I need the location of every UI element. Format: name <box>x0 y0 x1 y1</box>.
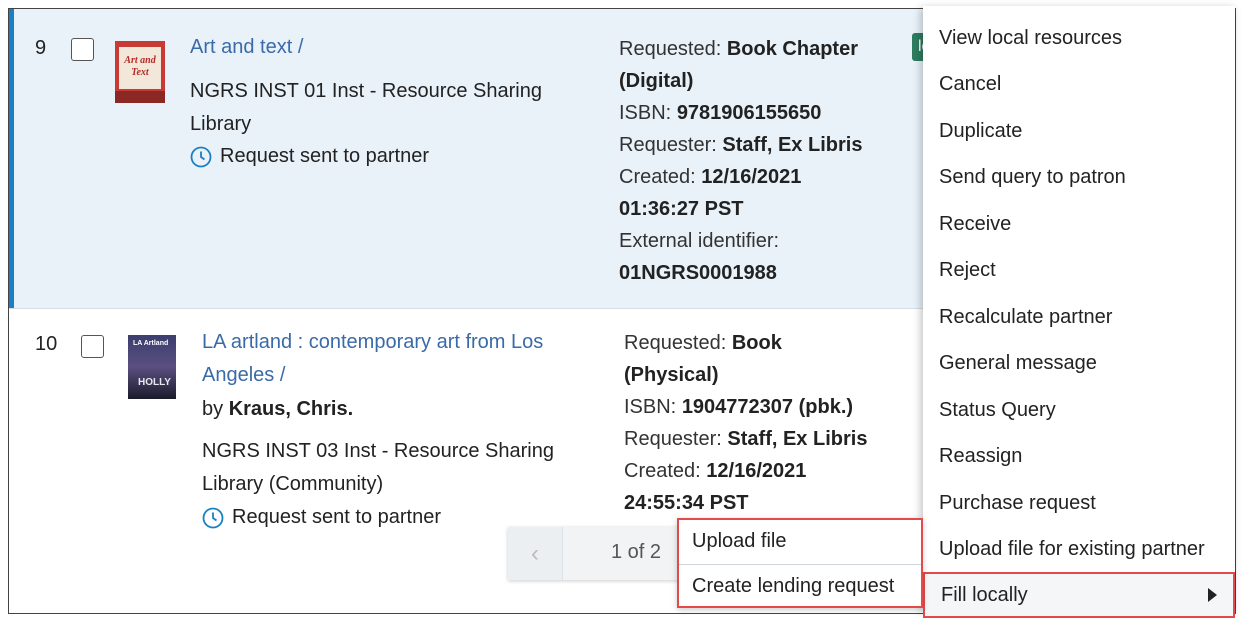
requested-label: Requested: <box>624 332 727 354</box>
row-checkbox[interactable] <box>71 38 94 61</box>
requested-value: Book <box>731 332 782 354</box>
cover-sign: HOLLY <box>138 377 171 388</box>
record-title-link[interactable]: Art and text / <box>190 31 303 64</box>
library-name-line-1: NGRS INST 03 Inst - Resource Sharing <box>202 440 554 462</box>
previous-page-button[interactable]: ‹ <box>508 527 563 580</box>
title-line-2: Angeles / <box>202 364 286 386</box>
requested-label: Requested: <box>619 38 722 60</box>
menu-item-upload-file-for-existing-partner[interactable]: Upload file for existing partner <box>923 526 1235 572</box>
isbn-value: 9781906155650 <box>676 102 822 124</box>
selected-row-indicator <box>9 9 14 309</box>
created-time: 24:55:34 PST <box>624 492 749 514</box>
chevron-right-icon <box>1208 588 1217 602</box>
art-and-text-cover: Art and Text <box>115 41 165 103</box>
row-index: 9 <box>35 37 47 59</box>
isbn-label: ISBN: <box>619 102 672 124</box>
library-name-line-2: Library (Community) <box>202 473 384 495</box>
la-artland-cover: LA Artland HOLLY <box>128 335 176 399</box>
menu-item-recalculate-partner[interactable]: Recalculate partner <box>923 294 1235 340</box>
fill-locally-submenu: Upload file Create lending request <box>677 518 923 608</box>
created-field: Created: 12/16/2021 <box>619 161 862 193</box>
requester-label: Requester: <box>624 428 722 450</box>
requester-label: Requester: <box>619 134 717 156</box>
menu-item-reassign[interactable]: Reassign <box>923 433 1235 479</box>
requested-value: Book Chapter <box>726 38 858 60</box>
library-name: NGRS INST 01 Inst - Resource Sharing Lib… <box>190 75 542 141</box>
menu-item-send-query-to-patron[interactable]: Send query to patron <box>923 154 1235 200</box>
svg-text:Art and: Art and <box>123 55 156 66</box>
created-label: Created: <box>624 460 701 482</box>
menu-item-receive[interactable]: Receive <box>923 201 1235 247</box>
requester-field: Requester: Staff, Ex Libris <box>624 423 867 455</box>
request-status: Request sent to partner <box>190 145 429 168</box>
menu-item-purchase-request[interactable]: Purchase request <box>923 480 1235 526</box>
requester-value: Staff, Ex Libris <box>727 428 868 450</box>
isbn-field: ISBN: 9781906155650 <box>619 97 862 129</box>
menu-item-fill-locally[interactable]: Fill locally <box>923 572 1235 618</box>
author-name: Kraus, Chris. <box>228 398 354 420</box>
isbn-field: ISBN: 1904772307 (pbk.) <box>624 391 867 423</box>
title-line-1: LA artland : contemporary art from Los <box>202 331 544 353</box>
row-index: 10 <box>35 333 58 355</box>
library-name-line-1: NGRS INST 01 Inst - Resource Sharing <box>190 80 542 102</box>
submenu-item-upload-file[interactable]: Upload file <box>679 520 921 563</box>
created-date: 12/16/2021 <box>706 460 807 482</box>
requested-format: (Digital) <box>619 70 694 92</box>
requested-field: Requested: Book Chapter <box>619 33 862 65</box>
menu-item-cancel[interactable]: Cancel <box>923 61 1235 107</box>
library-name: NGRS INST 03 Inst - Resource Sharing Lib… <box>202 435 554 501</box>
book-cover-thumbnail: Art and Text <box>115 41 165 103</box>
created-date: 12/16/2021 <box>701 166 802 188</box>
menu-item-duplicate[interactable]: Duplicate <box>923 108 1235 154</box>
status-text: Request sent to partner <box>220 145 430 167</box>
by-label: by <box>202 398 224 420</box>
isbn-label: ISBN: <box>624 396 677 418</box>
svg-text:Text: Text <box>131 67 150 78</box>
author-line: by Kraus, Chris. <box>202 393 353 426</box>
created-label: Created: <box>619 166 696 188</box>
requested-format: (Physical) <box>624 364 719 386</box>
status-text: Request sent to partner <box>232 506 442 528</box>
external-identifier-label: External identifier: <box>619 230 780 252</box>
row-actions-menu: View local resources Cancel Duplicate Se… <box>923 6 1235 618</box>
requested-field: Requested: Book <box>624 327 867 359</box>
requester-value: Staff, Ex Libris <box>722 134 863 156</box>
created-time: 01:36:27 PST <box>619 198 744 220</box>
request-details: Requested: Book Chapter (Digital) ISBN: … <box>619 33 862 289</box>
clock-icon <box>190 146 212 167</box>
fill-locally-label: Fill locally <box>941 584 1028 606</box>
pagination-control: ‹ 1 of 2 <box>508 527 690 580</box>
row-checkbox[interactable] <box>81 335 104 358</box>
submenu-item-create-lending-request[interactable]: Create lending request <box>679 565 921 608</box>
menu-item-view-local-resources[interactable]: View local resources <box>923 15 1235 61</box>
cover-title: LA Artland <box>133 340 168 347</box>
menu-item-status-query[interactable]: Status Query <box>923 387 1235 433</box>
request-status: Request sent to partner <box>202 506 441 529</box>
page-count: 1 of 2 <box>611 541 662 563</box>
book-cover-thumbnail: LA Artland HOLLY <box>128 335 176 399</box>
isbn-value: 1904772307 (pbk.) <box>681 396 854 418</box>
requester-field: Requester: Staff, Ex Libris <box>619 129 862 161</box>
external-identifier-value: 01NGRS0001988 <box>619 262 777 284</box>
created-field: Created: 12/16/2021 <box>624 455 867 487</box>
clock-icon <box>202 507 224 528</box>
library-name-line-2: Library <box>190 113 252 135</box>
menu-item-general-message[interactable]: General message <box>923 340 1235 386</box>
record-title-link[interactable]: LA artland : contemporary art from Los A… <box>202 326 543 392</box>
menu-item-reject[interactable]: Reject <box>923 247 1235 293</box>
